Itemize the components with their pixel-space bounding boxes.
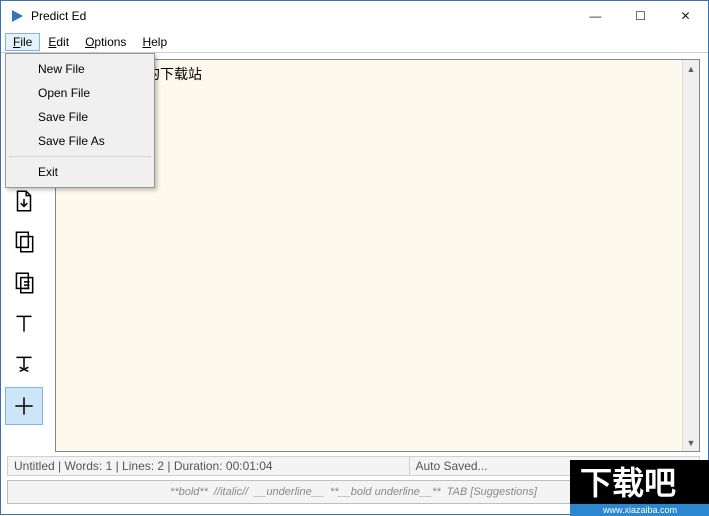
minimize-button[interactable]: — (573, 1, 618, 31)
menu-file[interactable]: File (5, 33, 40, 51)
svg-text:下载吧: 下载吧 (580, 465, 676, 501)
scroll-up-icon[interactable]: ▲ (683, 60, 699, 77)
menu-item-exit[interactable]: Exit (8, 160, 152, 184)
menu-item-open-file[interactable]: Open File (8, 81, 152, 105)
scroll-down-icon[interactable]: ▼ (683, 434, 699, 451)
app-icon (9, 8, 25, 24)
menu-separator (9, 156, 151, 157)
svg-text:www.xiazaiba.com: www.xiazaiba.com (602, 505, 677, 515)
hint-bold-underline: **__bold underline__** (330, 486, 441, 498)
titlebar: Predict Ed — ☐ ✕ (1, 1, 708, 31)
maximize-button[interactable]: ☐ (618, 1, 663, 31)
menu-item-new-file[interactable]: New File (8, 57, 152, 81)
tool-paste[interactable] (5, 264, 43, 302)
watermark-logo: 下载吧 www.xiazaiba.com (570, 460, 709, 516)
close-button[interactable]: ✕ (663, 1, 708, 31)
window-controls: — ☐ ✕ (573, 1, 708, 31)
menu-item-save-file-as[interactable]: Save File As (8, 129, 152, 153)
hint-bold: **bold** (170, 486, 208, 498)
app-title: Predict Ed (31, 9, 573, 23)
hint-tab: TAB [Suggestions] (447, 486, 537, 498)
menu-options[interactable]: Options (77, 33, 134, 51)
hint-italic: //italic// (214, 486, 248, 498)
menu-help[interactable]: Help (134, 33, 175, 51)
tool-clear-format[interactable] (5, 346, 43, 384)
vertical-scrollbar[interactable]: ▲ ▼ (682, 60, 699, 451)
menu-item-save-file[interactable]: Save File (8, 105, 152, 129)
tool-text[interactable] (5, 305, 43, 343)
hint-underline: __underline__ (254, 486, 324, 498)
menu-edit[interactable]: Edit (40, 33, 77, 51)
tool-copy[interactable] (5, 223, 43, 261)
menubar: File Edit Options Help (1, 31, 708, 53)
tool-add[interactable] (5, 387, 43, 425)
file-menu-dropdown: New File Open File Save File Save File A… (5, 53, 155, 188)
status-left: Untitled | Words: 1 | Lines: 2 | Duratio… (7, 456, 410, 476)
